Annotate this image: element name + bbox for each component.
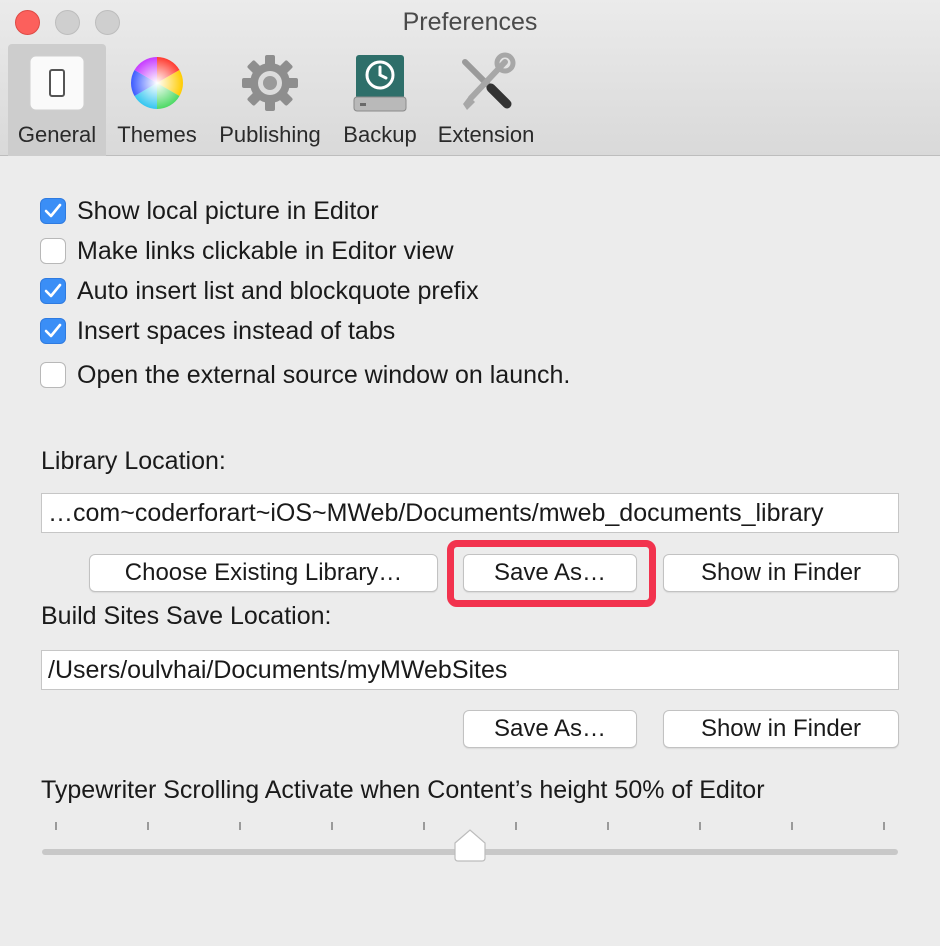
tab-publishing[interactable]: Publishing: [212, 44, 328, 156]
build-sites-path-field[interactable]: /Users/oulvhai/Documents/myMWebSites: [41, 650, 899, 690]
slider-tick: [147, 822, 149, 830]
option-label: Insert spaces instead of tabs: [77, 316, 396, 345]
typewriter-scrolling-label: Typewriter Scrolling Activate when Conte…: [41, 776, 765, 804]
toolbar: Preferences General Themes Publishing Ba…: [0, 0, 940, 156]
checkbox-unchecked-icon[interactable]: [40, 238, 66, 264]
option-label: Make links clickable in Editor view: [77, 236, 454, 265]
general-switch-icon: [24, 50, 90, 116]
option-auto-insert-prefix[interactable]: Auto insert list and blockquote prefix: [40, 276, 479, 306]
checkbox-checked-icon[interactable]: [40, 318, 66, 344]
slider-tick: [699, 822, 701, 830]
build-sites-location-label: Build Sites Save Location:: [41, 602, 332, 630]
library-location-label: Library Location:: [41, 447, 226, 475]
slider-tick: [515, 822, 517, 830]
time-machine-drive-icon: [347, 50, 413, 116]
build-sites-save-as-button[interactable]: Save As…: [463, 710, 637, 748]
color-wheel-icon: [124, 50, 190, 116]
build-sites-show-in-finder-button[interactable]: Show in Finder: [663, 710, 899, 748]
tab-themes-label: Themes: [117, 122, 197, 147]
tab-publishing-label: Publishing: [219, 122, 321, 147]
option-open-external-source[interactable]: Open the external source window on launc…: [40, 360, 570, 390]
slider-tick: [331, 822, 333, 830]
option-label: Auto insert list and blockquote prefix: [77, 276, 479, 305]
slider-tick: [607, 822, 609, 830]
save-as-highlight-box: [447, 540, 656, 607]
checkbox-checked-icon[interactable]: [40, 198, 66, 224]
option-make-links-clickable[interactable]: Make links clickable in Editor view: [40, 236, 454, 266]
slider-tick: [239, 822, 241, 830]
tab-backup-label: Backup: [343, 122, 417, 147]
tab-extension-label: Extension: [437, 122, 535, 147]
tab-general-label: General: [17, 122, 97, 147]
option-show-local-picture[interactable]: Show local picture in Editor: [40, 196, 379, 226]
tab-extension[interactable]: Extension: [430, 44, 542, 156]
gear-icon: [237, 50, 303, 116]
slider-tick: [883, 822, 885, 830]
library-path-field[interactable]: …com~coderforart~iOS~MWeb/Documents/mweb…: [41, 493, 899, 533]
tab-backup[interactable]: Backup: [336, 44, 424, 156]
checkbox-checked-icon[interactable]: [40, 278, 66, 304]
typewriter-slider-knob[interactable]: [452, 827, 488, 863]
option-label: Open the external source window on launc…: [77, 360, 571, 389]
slider-tick: [791, 822, 793, 830]
library-show-in-finder-button[interactable]: Show in Finder: [663, 554, 899, 592]
tools-icon: [453, 50, 519, 116]
tab-general[interactable]: General: [8, 44, 106, 156]
choose-existing-library-button[interactable]: Choose Existing Library…: [89, 554, 438, 592]
slider-tick: [423, 822, 425, 830]
window-title: Preferences: [402, 8, 538, 36]
tab-themes[interactable]: Themes: [110, 44, 204, 156]
option-label: Show local picture in Editor: [77, 196, 379, 225]
checkbox-unchecked-icon[interactable]: [40, 362, 66, 388]
slider-tick: [55, 822, 57, 830]
option-insert-spaces[interactable]: Insert spaces instead of tabs: [40, 316, 395, 346]
